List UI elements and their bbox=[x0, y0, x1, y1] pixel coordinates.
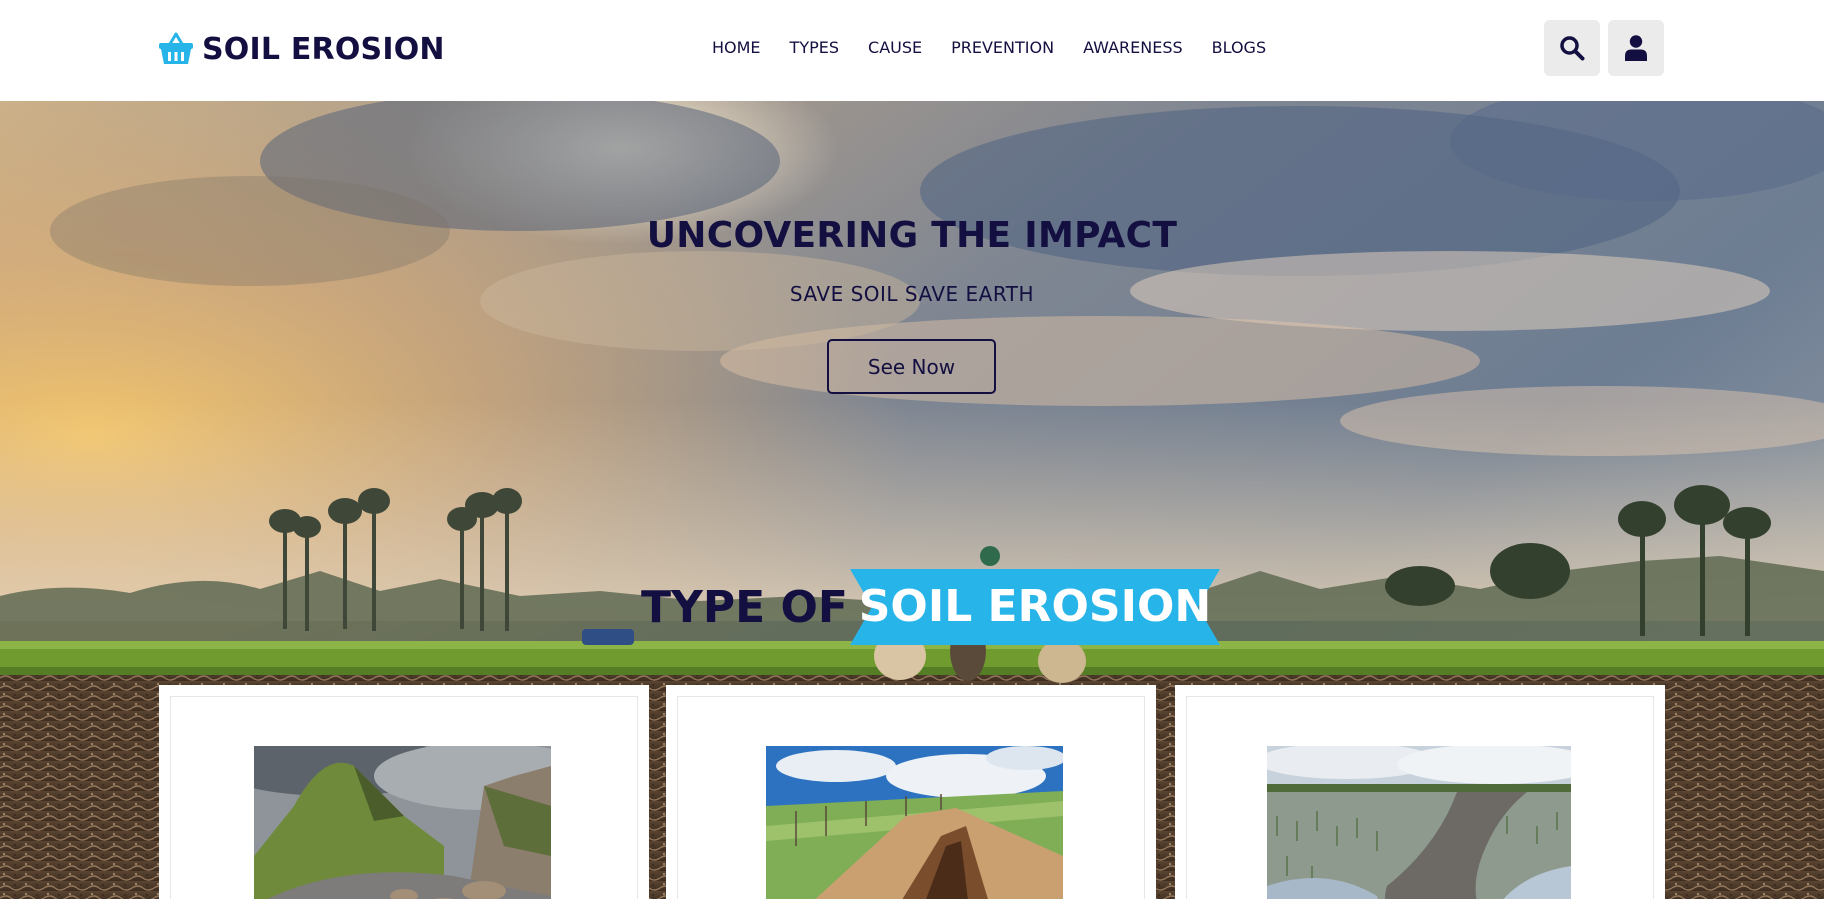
search-icon bbox=[1560, 36, 1585, 61]
hero-title: UNCOVERING THE IMPACT bbox=[646, 215, 1178, 256]
erosion-type-card[interactable] bbox=[159, 685, 649, 899]
basket-icon bbox=[159, 32, 193, 64]
gully-erosion-photo bbox=[766, 746, 1063, 899]
user-icon bbox=[1625, 35, 1647, 61]
flooded-field-photo bbox=[1267, 746, 1571, 899]
search-button[interactable] bbox=[1544, 20, 1600, 76]
card-frame bbox=[1186, 696, 1654, 899]
user-button[interactable] bbox=[1608, 20, 1664, 76]
site-header: SOIL EROSION HOME TYPES CAUSE PREVENTION… bbox=[0, 0, 1824, 101]
site-logo[interactable]: SOIL EROSION bbox=[158, 28, 445, 70]
types-heading: TYPE OF SOIL EROSION bbox=[641, 569, 1220, 645]
types-heading-ribbon: SOIL EROSION bbox=[849, 569, 1220, 645]
see-now-button[interactable]: See Now bbox=[827, 339, 996, 394]
nav-awareness[interactable]: AWARENESS bbox=[1083, 38, 1183, 58]
nav-types[interactable]: TYPES bbox=[790, 38, 839, 58]
types-heading-main: TYPE OF bbox=[641, 581, 848, 633]
card-frame bbox=[677, 696, 1145, 899]
nav-cause[interactable]: CAUSE bbox=[868, 38, 922, 58]
card-frame bbox=[170, 696, 638, 899]
hero-subtitle: SAVE SOIL SAVE EARTH bbox=[789, 282, 1035, 306]
logo-text: SOIL EROSION bbox=[202, 31, 445, 67]
erosion-type-card[interactable] bbox=[1175, 685, 1665, 899]
erosion-type-card[interactable] bbox=[666, 685, 1156, 899]
landslide-road-photo bbox=[254, 746, 551, 899]
nav-prevention[interactable]: PREVENTION bbox=[951, 38, 1054, 58]
types-heading-highlight: SOIL EROSION bbox=[858, 581, 1212, 632]
nav-blogs[interactable]: BLOGS bbox=[1212, 38, 1266, 58]
main-nav: HOME TYPES CAUSE PREVENTION AWARENESS BL… bbox=[712, 38, 1266, 58]
nav-home[interactable]: HOME bbox=[712, 38, 761, 58]
